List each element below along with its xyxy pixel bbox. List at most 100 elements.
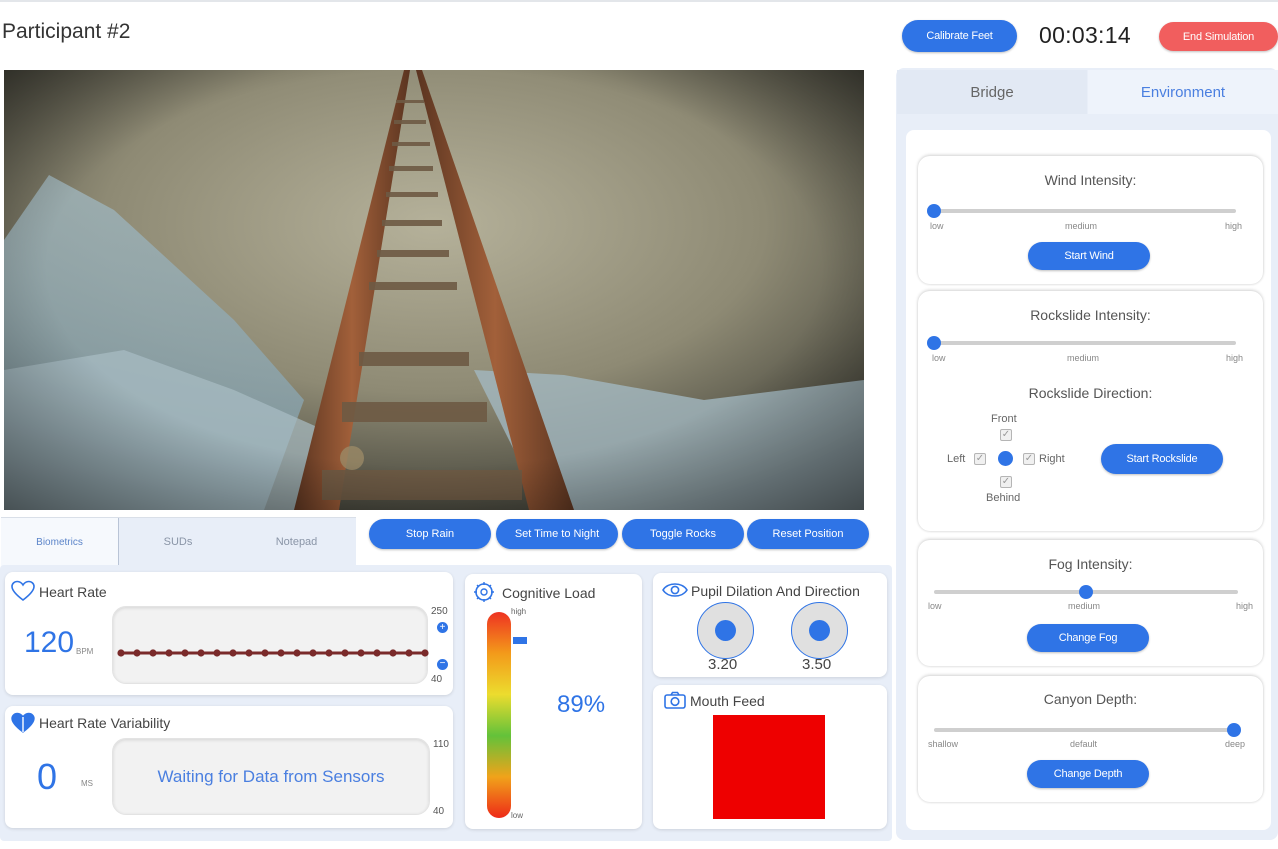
direction-front-checkbox[interactable]: ✓ — [1000, 429, 1012, 441]
session-timer: 00:03:14 — [1039, 22, 1131, 48]
right-pupil-indicator — [791, 602, 848, 659]
depth-mid-label: default — [1070, 739, 1098, 749]
heart-rate-point — [405, 649, 413, 657]
start-wind-button[interactable]: Start Wind — [1028, 242, 1150, 270]
toggle-rocks-button[interactable]: Toggle Rocks — [622, 519, 744, 549]
heart-rate-point — [421, 649, 429, 657]
zoom-in-icon[interactable]: + — [437, 622, 448, 633]
heart-rate-card: Heart Rate 120 BPM 250 40 + − — [5, 572, 453, 695]
camera-icon — [664, 691, 686, 714]
change-fog-button[interactable]: Change Fog — [1027, 624, 1149, 652]
hrv-waiting-message: Waiting for Data from Sensors — [157, 766, 385, 786]
calibrate-feet-button[interactable]: Calibrate Feet — [902, 20, 1017, 52]
wind-card: Wind Intensity: low medium high Start Wi… — [918, 156, 1263, 284]
heart-rate-title: Heart Rate — [39, 584, 107, 600]
tab-biometrics[interactable]: Biometrics — [1, 518, 119, 566]
wind-title: Wind Intensity: — [1044, 172, 1137, 188]
heart-rate-point — [373, 649, 381, 657]
heart-rate-point — [309, 649, 317, 657]
direction-center-dot — [998, 451, 1013, 466]
direction-front-label: Front — [991, 413, 1017, 425]
zoom-out-icon[interactable]: − — [437, 659, 448, 670]
direction-left-checkbox[interactable]: ✓ — [974, 453, 986, 465]
tab-bridge[interactable]: Bridge — [897, 70, 1087, 114]
mouth-feed-video — [713, 715, 825, 819]
cognitive-load-marker — [513, 636, 527, 644]
rockslide-card: Rockslide Intensity: low medium high Roc… — [918, 291, 1263, 531]
heart-rate-point — [165, 649, 173, 657]
hrv-unit: MS — [81, 779, 93, 788]
mouth-feed-title: Mouth Feed — [690, 693, 765, 709]
heart-rate-point — [117, 649, 125, 657]
canyon-depth-card: Canyon Depth: shallow default deep Chang… — [918, 676, 1263, 802]
direction-behind-checkbox[interactable]: ✓ — [1000, 476, 1012, 488]
cognitive-load-title: Cognitive Load — [502, 585, 596, 601]
heart-rate-point — [245, 649, 253, 657]
depth-slider-thumb[interactable] — [1227, 723, 1241, 737]
rockslide-slider-track[interactable] — [934, 341, 1236, 345]
heart-rate-point — [325, 649, 333, 657]
pupil-card: Pupil Dilation And Direction 3.20 3.50 — [653, 573, 887, 677]
heart-rate-ymax: 250 — [431, 606, 448, 617]
stop-rain-button[interactable]: Stop Rain — [369, 519, 491, 549]
rockslide-slider-thumb[interactable] — [927, 336, 941, 350]
direction-right-checkbox[interactable]: ✓ — [1023, 453, 1035, 465]
wind-slider-track[interactable] — [934, 209, 1236, 213]
pupil-title: Pupil Dilation And Direction — [691, 583, 860, 599]
wind-high-label: high — [1225, 221, 1243, 231]
hrv-ymin: 40 — [433, 806, 445, 817]
heart-rate-point — [181, 649, 189, 657]
fog-mid-label: medium — [1068, 601, 1101, 611]
eye-icon — [662, 581, 688, 604]
canyon-depth-title: Canyon Depth: — [1043, 691, 1138, 707]
cognitive-load-percent: 89% — [557, 691, 606, 718]
wind-low-label: low — [930, 221, 944, 231]
biometrics-tab-bar: Biometrics SUDs Notepad — [1, 517, 356, 566]
heart-rate-point — [213, 649, 221, 657]
heart-rate-trace — [117, 649, 429, 657]
start-rockslide-button[interactable]: Start Rockslide — [1101, 444, 1223, 474]
depth-high-label: deep — [1225, 739, 1246, 749]
change-depth-button[interactable]: Change Depth — [1027, 760, 1149, 788]
heart-rate-point — [133, 649, 141, 657]
fog-low-label: low — [928, 601, 942, 611]
heart-rate-point — [389, 649, 397, 657]
heart-rate-point — [277, 649, 285, 657]
hrv-value: 0 — [37, 756, 58, 797]
participant-title: Participant #2 — [2, 20, 131, 43]
cognitive-load-meter — [487, 612, 511, 818]
heart-rate-point — [229, 649, 237, 657]
rockslide-low-label: low — [932, 353, 946, 363]
rockslide-mid-label: medium — [1067, 353, 1100, 363]
hrv-graph: Waiting for Data from Sensors — [112, 738, 430, 815]
depth-low-label: shallow — [928, 739, 959, 749]
right-pupil-value: 3.50 — [802, 656, 832, 673]
left-pupil-indicator — [697, 602, 754, 659]
heart-rate-unit: BPM — [76, 647, 94, 656]
direction-behind-label: Behind — [986, 492, 1021, 504]
left-pupil-value: 3.20 — [708, 656, 738, 673]
simulation-view — [4, 70, 864, 510]
end-simulation-button[interactable]: End Simulation — [1159, 22, 1278, 51]
mouth-feed-card: Mouth Feed — [653, 685, 887, 829]
heart-rate-value: 120 — [24, 626, 75, 659]
tab-notepad[interactable]: Notepad — [237, 518, 356, 566]
direction-left-label: Left — [947, 453, 966, 465]
fog-slider-thumb[interactable] — [1079, 585, 1093, 599]
reset-position-button[interactable]: Reset Position — [747, 519, 869, 549]
brain-gear-icon — [473, 581, 495, 608]
rockslide-direction-title: Rockslide Direction: — [1028, 385, 1153, 401]
top-divider — [0, 0, 1278, 2]
bridge-scene-illustration — [4, 70, 864, 510]
hrv-card: Heart Rate Variability 0 MS Waiting for … — [5, 706, 453, 828]
heart-rate-point — [197, 649, 205, 657]
depth-slider-track[interactable] — [934, 728, 1234, 732]
wind-mid-label: medium — [1065, 221, 1098, 231]
heart-rate-point — [293, 649, 301, 657]
direction-right-label: Right — [1039, 453, 1065, 465]
tab-suds[interactable]: SUDs — [119, 518, 237, 566]
wind-slider-thumb[interactable] — [927, 204, 941, 218]
set-night-button[interactable]: Set Time to Night — [496, 519, 618, 549]
heart-rate-ymin: 40 — [431, 674, 443, 685]
tab-environment[interactable]: Environment — [1088, 70, 1278, 114]
